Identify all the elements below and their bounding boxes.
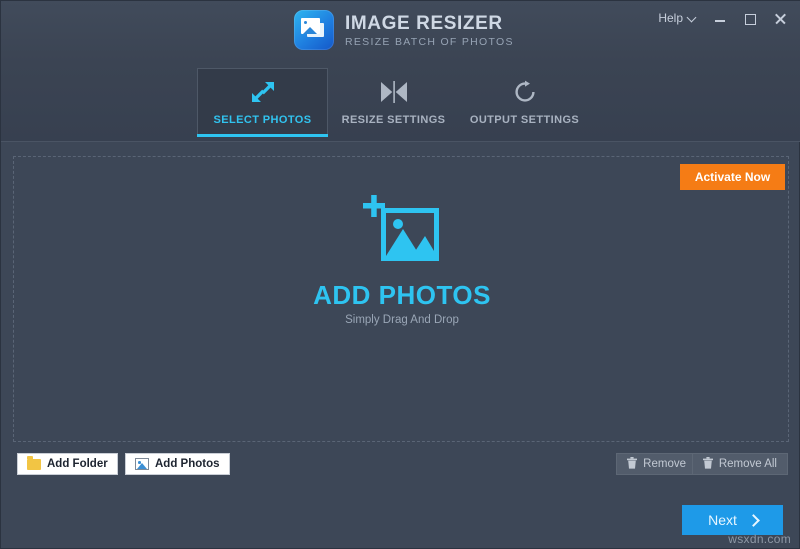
photo-drop-zone[interactable]: ADD PHOTOS Simply Drag And Drop xyxy=(13,156,789,442)
folder-icon xyxy=(27,456,41,470)
refresh-circle-icon xyxy=(512,80,538,104)
remove-label: Remove xyxy=(643,458,686,470)
add-photo-frame-icon xyxy=(357,193,447,270)
drop-zone-subtitle: Simply Drag And Drop xyxy=(345,314,459,326)
maximize-button[interactable] xyxy=(735,6,765,30)
tab-select-photos-label: SELECT PHOTOS xyxy=(213,113,312,126)
help-menu-button[interactable]: Help xyxy=(652,7,705,29)
app-title: IMAGE RESIZER xyxy=(345,12,503,34)
tab-select-photos[interactable]: SELECT PHOTOS xyxy=(197,68,328,137)
tab-output-settings-label: OUTPUT SETTINGS xyxy=(469,113,580,126)
add-folder-button[interactable]: Add Folder xyxy=(17,453,118,475)
remove-all-label: Remove All xyxy=(718,458,777,470)
window-controls: Help xyxy=(652,6,795,30)
remove-button[interactable]: Remove xyxy=(616,453,697,475)
image-resizer-window: IMAGE RESIZER RESIZE BATCH OF PHOTOS Hel… xyxy=(0,0,800,549)
trash-icon xyxy=(702,456,713,472)
add-photos-label: Add Photos xyxy=(155,458,220,470)
title-bar: IMAGE RESIZER RESIZE BATCH OF PHOTOS Hel… xyxy=(1,1,800,63)
remove-all-button[interactable]: Remove All xyxy=(691,453,788,475)
next-button[interactable]: Next xyxy=(682,505,783,535)
next-label: Next xyxy=(708,512,737,528)
close-button[interactable] xyxy=(765,6,795,30)
maximize-icon xyxy=(745,14,756,25)
minimize-button[interactable] xyxy=(705,6,735,30)
chevron-right-icon xyxy=(749,516,757,524)
add-folder-label: Add Folder xyxy=(47,458,108,470)
tab-resize-settings-label: RESIZE SETTINGS xyxy=(341,113,446,126)
hourglass-icon xyxy=(379,80,409,104)
watermark: wsxdn.com xyxy=(728,532,791,546)
tab-list: SELECT PHOTOS RESIZE SETTINGS OUTPUT SET… xyxy=(197,68,590,137)
photo-stack-icon xyxy=(294,10,334,50)
resize-arrows-icon xyxy=(250,80,276,104)
brand: IMAGE RESIZER RESIZE BATCH OF PHOTOS xyxy=(294,10,514,50)
photo-icon xyxy=(135,458,149,470)
add-photos-button[interactable]: Add Photos xyxy=(125,453,230,475)
drop-zone-title: ADD PHOTOS xyxy=(313,280,491,310)
tab-output-settings[interactable]: OUTPUT SETTINGS xyxy=(459,68,590,137)
tab-resize-settings[interactable]: RESIZE SETTINGS xyxy=(328,68,459,137)
chevron-down-icon xyxy=(688,14,697,23)
help-menu-label: Help xyxy=(658,11,683,25)
minimize-icon xyxy=(715,20,725,22)
app-subtitle: RESIZE BATCH OF PHOTOS xyxy=(345,35,514,48)
tab-bar: SELECT PHOTOS RESIZE SETTINGS OUTPUT SET… xyxy=(1,63,800,190)
trash-icon xyxy=(627,456,638,472)
